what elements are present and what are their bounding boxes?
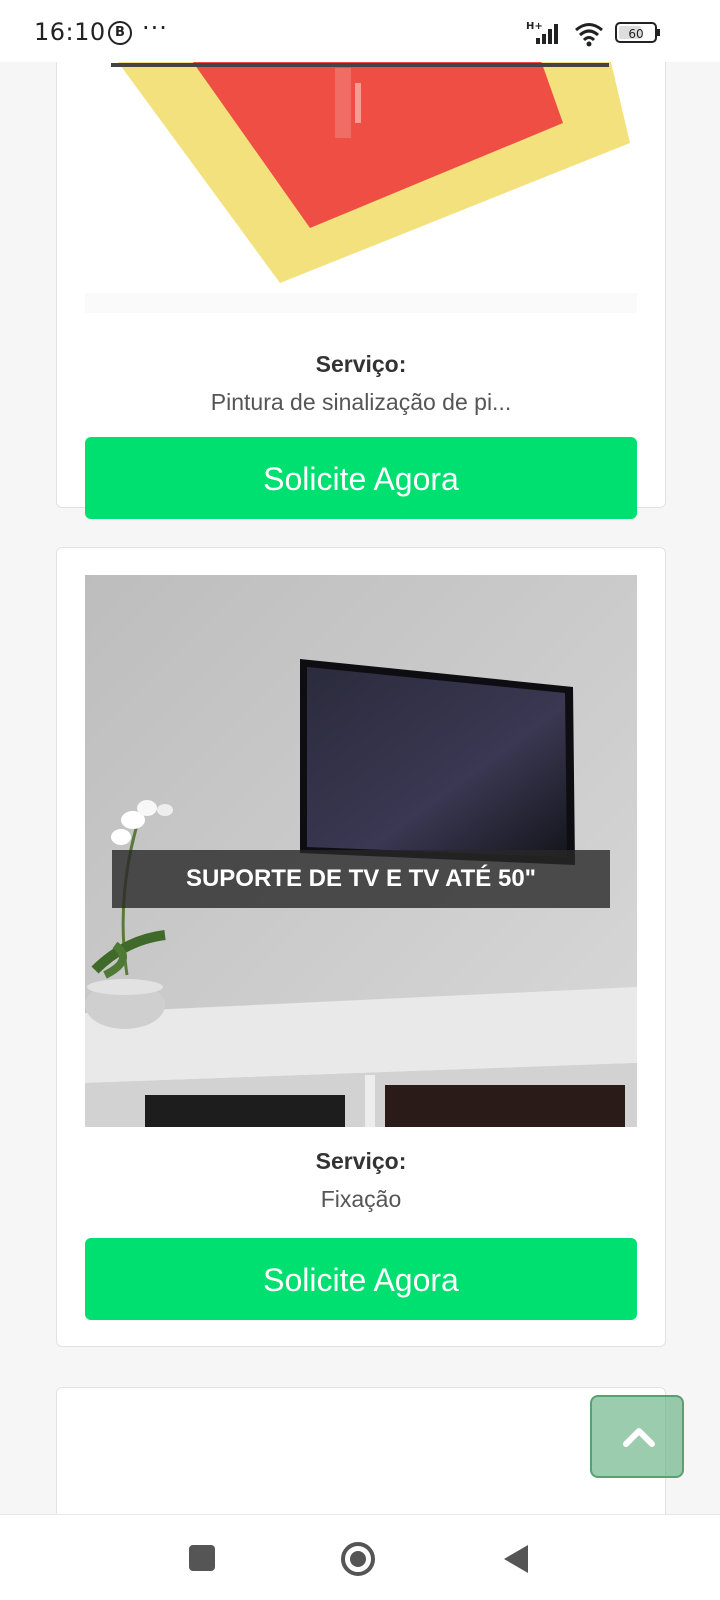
service-image xyxy=(85,62,637,313)
page-content[interactable]: Serviço: Pintura de sinalização de pi...… xyxy=(0,62,720,1514)
image-title-overlay: SUPORTE DE TV E TV ATÉ 50" xyxy=(112,850,610,908)
status-icons: H+ 60 xyxy=(526,18,676,48)
network-type-label: H+ xyxy=(526,21,543,32)
status-bar: 16:10 B ··· H+ 60 xyxy=(0,0,720,62)
square-icon xyxy=(189,1545,215,1571)
more-notifications-icon: ··· xyxy=(142,14,168,42)
chevron-up-icon xyxy=(623,1428,655,1447)
request-now-button[interactable]: Solicite Agora xyxy=(85,437,637,519)
battery-level: 60 xyxy=(628,27,643,41)
notification-b-icon: B xyxy=(108,21,132,45)
service-value: Fixação xyxy=(320,1186,402,1212)
service-card xyxy=(56,1387,666,1514)
home-button[interactable] xyxy=(340,1541,376,1577)
service-label: Serviço: xyxy=(315,351,407,377)
signal-icon: H+ xyxy=(526,21,558,44)
request-now-button[interactable]: Solicite Agora xyxy=(85,1238,637,1320)
navigation-bar xyxy=(0,1514,720,1600)
status-time: 16:10 xyxy=(34,18,106,46)
service-card: SUPORTE DE TV E TV ATÉ 50" Serviço: Fixa… xyxy=(56,547,666,1347)
circle-icon xyxy=(341,1542,375,1576)
triangle-back-icon xyxy=(504,1545,528,1573)
service-value: Pintura de sinalização de pi... xyxy=(210,389,512,415)
service-image: SUPORTE DE TV E TV ATÉ 50" xyxy=(85,575,637,1127)
battery-icon: 60 xyxy=(615,22,660,43)
recents-button[interactable] xyxy=(185,1541,221,1577)
back-button[interactable] xyxy=(500,1541,536,1577)
service-card: Serviço: Pintura de sinalização de pi...… xyxy=(56,62,666,519)
service-label: Serviço: xyxy=(315,1148,407,1174)
scroll-to-top-button[interactable] xyxy=(590,1395,684,1478)
wifi-icon xyxy=(575,23,603,47)
